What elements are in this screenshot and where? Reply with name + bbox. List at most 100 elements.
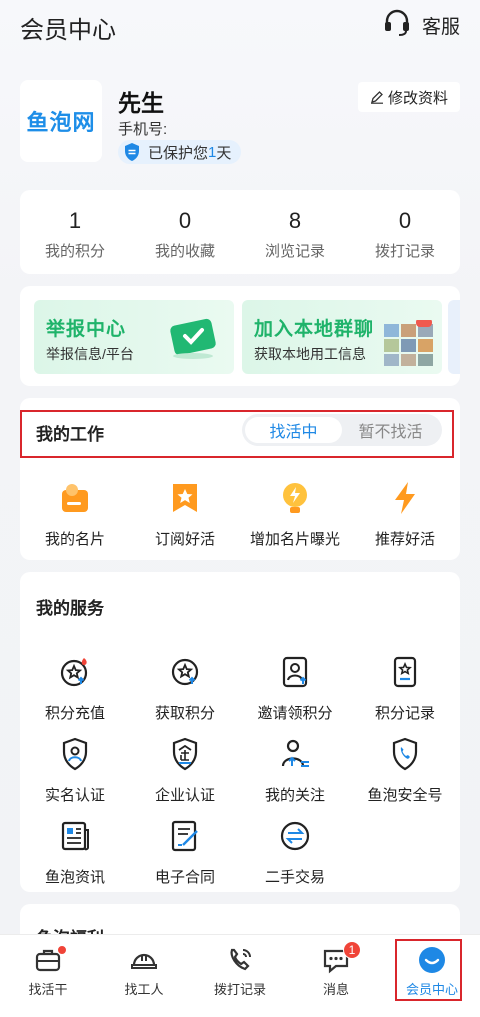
stat-call-history[interactable]: 0 拨打记录 bbox=[350, 190, 460, 274]
tab-find-work[interactable]: 找活干 bbox=[0, 935, 96, 1017]
stats-card: 1 我的积分 0 我的收藏 8 浏览记录 0 拨打记录 bbox=[20, 190, 460, 274]
services-row-1: 积分充值 获取积分 邀请领积分 积分记录 bbox=[20, 652, 460, 723]
item-label: 企业认证 bbox=[154, 787, 215, 804]
protection-badge: 已保护您 1 天 bbox=[118, 140, 242, 164]
shield-icon bbox=[122, 142, 142, 162]
contract-icon bbox=[165, 816, 205, 856]
news-icon bbox=[55, 816, 95, 856]
protect-days: 1 bbox=[208, 143, 217, 161]
tab-label: 消息 bbox=[322, 982, 349, 997]
e-contract-item[interactable]: 电子合同 bbox=[130, 816, 240, 887]
item-label: 推荐好活 bbox=[374, 531, 435, 548]
pencil-icon bbox=[370, 90, 384, 104]
my-services-title: 我的服务 bbox=[36, 599, 104, 618]
phone-icon bbox=[225, 945, 255, 975]
tab-label: 拨打记录 bbox=[213, 982, 266, 997]
stat-label: 我的积分 bbox=[44, 243, 105, 260]
recommend-jobs-item[interactable]: 推荐好活 bbox=[350, 478, 460, 549]
lightning-bulb-icon bbox=[275, 478, 315, 518]
news-item[interactable]: 鱼泡资讯 bbox=[20, 816, 130, 887]
invite-points-item[interactable]: 邀请领积分 bbox=[240, 652, 350, 723]
item-label: 订阅好活 bbox=[154, 531, 215, 548]
tab-label: 找活干 bbox=[28, 982, 68, 997]
points-recharge-icon bbox=[55, 652, 95, 692]
phone-shield-icon bbox=[385, 734, 425, 774]
item-label: 鱼泡安全号 bbox=[367, 787, 443, 804]
item-label: 积分充值 bbox=[44, 705, 105, 722]
points-record-item[interactable]: 积分记录 bbox=[350, 652, 460, 723]
notification-dot bbox=[57, 945, 67, 955]
tab-messages[interactable]: 1 消息 bbox=[288, 935, 384, 1017]
item-label: 积分记录 bbox=[374, 705, 435, 722]
next-banner-peek bbox=[448, 300, 460, 374]
protect-prefix: 已保护您 bbox=[148, 144, 209, 162]
follow-person-icon bbox=[275, 734, 315, 774]
my-work-highlight-box bbox=[20, 410, 454, 458]
points-recharge-item[interactable]: 积分充值 bbox=[20, 652, 130, 723]
report-center-banner[interactable]: 举报中心 举报信息/平台 bbox=[34, 300, 234, 374]
page-title: 会员中心 bbox=[20, 17, 116, 44]
safe-number-item[interactable]: 鱼泡安全号 bbox=[350, 734, 460, 805]
stat-value: 0 bbox=[398, 208, 412, 233]
get-points-icon bbox=[165, 652, 205, 692]
stat-label: 我的收藏 bbox=[154, 243, 215, 260]
lightning-icon bbox=[385, 478, 425, 518]
item-label: 获取积分 bbox=[154, 705, 215, 722]
customer-service-button[interactable]: 客服 bbox=[382, 8, 460, 43]
message-icon: 1 bbox=[321, 941, 361, 975]
app-logo: 鱼泡网 bbox=[20, 80, 102, 162]
banner-title: 加入本地群聊 bbox=[254, 319, 375, 340]
customer-service-label: 客服 bbox=[421, 17, 460, 38]
banner-title: 举报中心 bbox=[46, 319, 127, 340]
stat-label: 拨打记录 bbox=[374, 243, 435, 260]
message-count-badge: 1 bbox=[343, 941, 361, 959]
subscribe-jobs-item[interactable]: 订阅好活 bbox=[130, 478, 240, 549]
phone-number-label: 手机号: bbox=[118, 121, 168, 138]
tab-call-records[interactable]: 拨打记录 bbox=[192, 935, 288, 1017]
invite-icon bbox=[275, 652, 315, 692]
enterprise-auth-item[interactable]: 企业认证 bbox=[130, 734, 240, 805]
user-name: 先生 bbox=[118, 90, 164, 116]
item-label: 增加名片曝光 bbox=[249, 531, 340, 548]
services-row-3: 鱼泡资讯 电子合同 二手交易 bbox=[20, 816, 460, 887]
stat-value: 1 bbox=[68, 208, 82, 233]
banner-subtitle: 举报信息/平台 bbox=[46, 346, 134, 362]
top-bar: 会员中心 客服 bbox=[0, 0, 480, 52]
stat-label: 浏览记录 bbox=[264, 243, 325, 260]
stat-browse-history[interactable]: 8 浏览记录 bbox=[240, 190, 350, 274]
group-photos-icon bbox=[384, 318, 434, 371]
tab-label: 找工人 bbox=[124, 982, 164, 997]
headset-icon bbox=[382, 8, 412, 43]
boost-card-exposure-item[interactable]: 增加名片曝光 bbox=[240, 478, 350, 549]
protect-suffix: 天 bbox=[216, 144, 232, 162]
stat-points[interactable]: 1 我的积分 bbox=[20, 190, 130, 274]
edit-profile-button[interactable]: 修改资料 bbox=[357, 82, 460, 112]
tab-find-workers[interactable]: 找工人 bbox=[96, 935, 192, 1017]
work-items: 我的名片 订阅好活 增加名片曝光 推荐好活 bbox=[20, 478, 460, 549]
item-label: 电子合同 bbox=[154, 869, 215, 886]
banner-carousel: 举报中心 举报信息/平台 加入本地群聊 获取本地用工信息 bbox=[20, 286, 460, 386]
profile-section: 鱼泡网 先生 手机号: 已保护您 1 天 修改资料 bbox=[20, 78, 460, 168]
id-card-icon bbox=[55, 478, 95, 518]
report-card-icon bbox=[166, 314, 220, 365]
real-name-auth-item[interactable]: 实名认证 bbox=[20, 734, 130, 805]
stat-favorites[interactable]: 0 我的收藏 bbox=[130, 190, 240, 274]
local-group-banner[interactable]: 加入本地群聊 获取本地用工信息 bbox=[242, 300, 442, 374]
item-label: 我的名片 bbox=[44, 531, 105, 548]
item-label: 邀请领积分 bbox=[257, 705, 333, 722]
stat-value: 8 bbox=[288, 208, 302, 233]
star-ribbon-icon bbox=[165, 478, 205, 518]
edit-profile-label: 修改资料 bbox=[387, 89, 448, 107]
second-hand-item[interactable]: 二手交易 bbox=[240, 816, 350, 887]
my-follows-item[interactable]: 我的关注 bbox=[240, 734, 350, 805]
my-card-item[interactable]: 我的名片 bbox=[20, 478, 130, 549]
points-record-icon bbox=[385, 652, 425, 692]
get-points-item[interactable]: 获取积分 bbox=[130, 652, 240, 723]
item-label: 二手交易 bbox=[264, 869, 325, 886]
member-tab-highlight-box bbox=[395, 939, 462, 1001]
banner-subtitle: 获取本地用工信息 bbox=[254, 346, 366, 362]
helmet-icon bbox=[129, 945, 159, 975]
my-services-card: 我的服务 积分充值 获取积分 邀请领积分 积分记录 实名认证 企业认证 我的关注… bbox=[20, 572, 460, 892]
briefcase-icon bbox=[33, 945, 67, 975]
real-name-shield-icon bbox=[55, 734, 95, 774]
